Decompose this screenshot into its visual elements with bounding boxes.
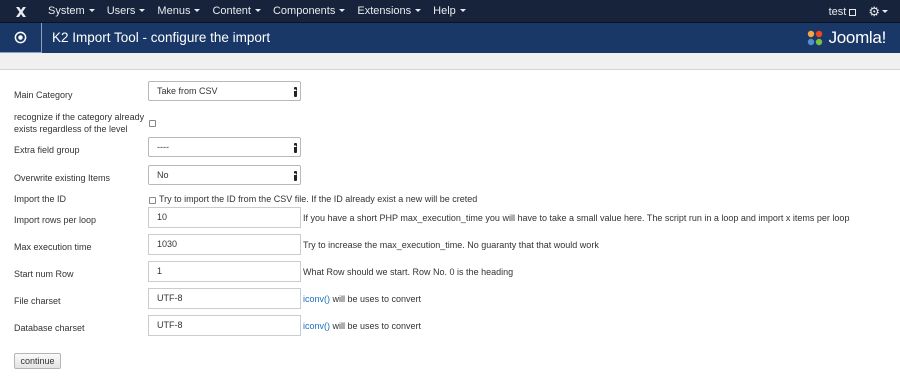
overwrite-items-select[interactable]: No <box>148 165 301 185</box>
start-row-help: What Row should we start. Row No. 0 is t… <box>303 267 514 277</box>
file-charset-help: iconv() will be uses to convert <box>303 294 421 305</box>
main-category-label: Main Category <box>14 90 73 100</box>
import-id-help: Try to import the ID from the CSV file. … <box>159 194 478 204</box>
main-category-select[interactable]: Take from CSV <box>148 81 301 101</box>
start-row-input[interactable]: 1 <box>148 261 301 282</box>
db-charset-help: iconv() will be uses to convert <box>303 321 421 332</box>
overwrite-items-label: Overwrite existing Items <box>14 173 111 183</box>
main-category-value: Take from CSV <box>157 86 218 96</box>
select-arrow-icon <box>293 143 297 153</box>
max-execution-help: Try to increase the max_execution_time. … <box>303 240 599 250</box>
db-charset-help-text: will be uses to convert <box>330 321 422 331</box>
recognize-category-label-line2: exists regardless of the level <box>14 124 128 134</box>
file-charset-label: File charset <box>14 296 61 306</box>
extra-field-group-label: Extra field group <box>14 145 80 155</box>
import-id-checkbox[interactable] <box>149 197 156 204</box>
max-execution-input[interactable]: 1030 <box>148 234 301 255</box>
select-arrow-icon <box>293 87 297 97</box>
start-row-label: Start num Row <box>14 269 74 279</box>
file-charset-input[interactable]: UTF-8 <box>148 288 301 309</box>
file-charset-help-text: will be uses to convert <box>330 294 422 304</box>
continue-button[interactable]: continue <box>14 353 61 369</box>
import-rows-help: If you have a short PHP max_execution_ti… <box>303 213 850 223</box>
extra-field-group-value: ---- <box>157 142 169 152</box>
import-rows-input[interactable]: 10 <box>148 207 301 228</box>
db-charset-input[interactable]: UTF-8 <box>148 315 301 336</box>
import-id-label: Import the ID <box>14 194 67 204</box>
recognize-category-label-line1: recognize if the category already <box>14 112 145 122</box>
extra-field-group-select[interactable]: ---- <box>148 137 301 157</box>
max-execution-label: Max execution time <box>14 242 92 252</box>
import-config-form: Main Category Take from CSV recognize if… <box>0 0 900 385</box>
select-arrow-icon <box>293 171 297 181</box>
db-charset-label: Database charset <box>14 323 85 333</box>
iconv-link[interactable]: iconv() <box>303 294 330 304</box>
import-rows-label: Import rows per loop <box>14 215 97 225</box>
iconv-link[interactable]: iconv() <box>303 321 330 331</box>
recognize-category-checkbox[interactable] <box>149 120 156 127</box>
overwrite-items-value: No <box>157 170 169 180</box>
